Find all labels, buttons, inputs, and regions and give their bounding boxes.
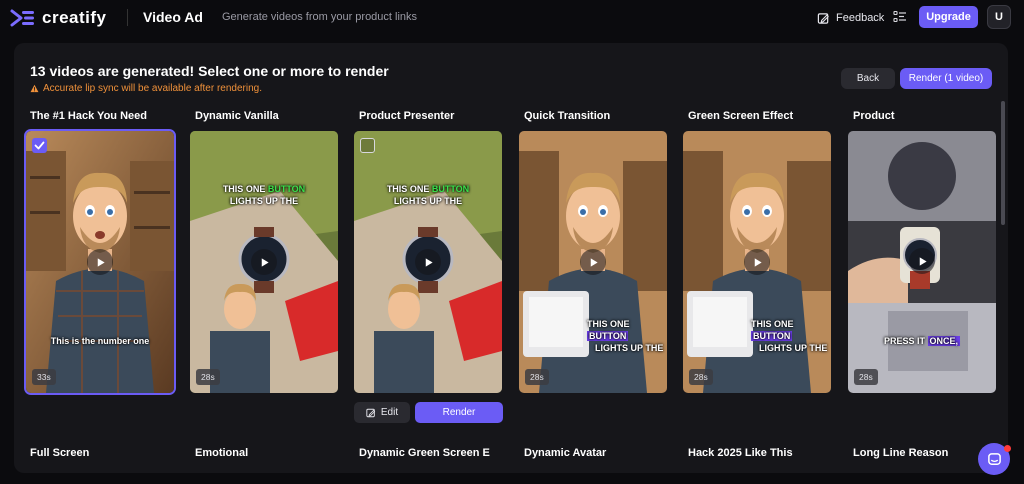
video-card[interactable]: THIS ONE BUTTON LIGHTS UP THE 28s xyxy=(519,131,667,393)
play-button[interactable] xyxy=(580,249,606,275)
play-icon xyxy=(919,256,927,266)
play-icon xyxy=(590,257,598,267)
user-avatar[interactable]: U xyxy=(987,5,1011,29)
caption-highlight: BUTTON xyxy=(751,331,793,341)
brand-name: creatify xyxy=(42,8,107,27)
caption-highlight: BUTTON xyxy=(267,184,306,194)
feedback-icon xyxy=(817,12,829,24)
play-icon xyxy=(261,257,269,267)
card-title: Dynamic Avatar xyxy=(524,447,607,459)
card-title: Emotional xyxy=(195,447,249,459)
warning-icon xyxy=(30,84,39,93)
card-title: Long Line Reason xyxy=(853,447,949,459)
duration-badge: 28s xyxy=(196,369,220,385)
caption-highlight: ONCE, xyxy=(927,336,961,346)
video-caption: THIS ONE BUTTON LIGHTS UP THE xyxy=(190,183,338,207)
caption-text: THIS ONE xyxy=(386,184,432,194)
select-checkbox[interactable] xyxy=(360,138,375,153)
chat-icon xyxy=(987,452,1001,465)
card-title: The #1 Hack You Need xyxy=(30,110,147,122)
header-divider xyxy=(127,9,128,26)
card-title: Quick Transition xyxy=(524,110,611,122)
video-caption: THIS ONE BUTTON LIGHTS UP THE xyxy=(354,183,502,207)
caption-text: PRESS IT xyxy=(883,336,928,346)
play-button[interactable] xyxy=(251,249,277,275)
feedback-label: Feedback xyxy=(836,12,885,24)
play-button[interactable] xyxy=(909,248,935,274)
duration-badge: 28s xyxy=(689,369,713,385)
caption-text: LIGHTS UP THE xyxy=(229,196,299,206)
duration-badge: 28s xyxy=(525,369,549,385)
tasks-list-icon[interactable] xyxy=(893,10,907,24)
play-button[interactable] xyxy=(744,249,770,275)
caption-highlight: BUTTON xyxy=(587,331,629,341)
video-card[interactable]: THIS ONE BUTTON LIGHTS UP THE 28s xyxy=(683,131,831,393)
card-title: Green Screen Effect xyxy=(688,110,794,122)
render-selected-button[interactable]: Render (1 video) xyxy=(900,68,992,89)
feedback-button[interactable]: Feedback xyxy=(817,8,884,28)
edit-icon xyxy=(366,408,376,417)
panel-heading: 13 videos are generated! Select one or m… xyxy=(30,63,389,79)
page-title: Video Ad xyxy=(143,9,203,25)
play-icon xyxy=(754,257,762,267)
duration-badge: 33s xyxy=(32,369,56,385)
card-title: Product Presenter xyxy=(359,110,455,122)
caption-text: LIGHTS UP THE xyxy=(393,196,463,206)
duration-badge: 28s xyxy=(854,369,878,385)
edit-label: Edit xyxy=(380,407,399,418)
video-card[interactable]: THIS ONE BUTTON LIGHTS UP THE 28s xyxy=(190,131,338,393)
edit-button[interactable]: Edit xyxy=(354,402,410,423)
lip-sync-warning: Accurate lip sync will be available afte… xyxy=(30,83,262,94)
card-title: Full Screen xyxy=(30,447,90,459)
caption-text: THIS ONE xyxy=(751,319,794,329)
play-icon xyxy=(425,257,433,267)
caption-text: LIGHTS UP THE xyxy=(595,343,664,353)
notification-dot xyxy=(1004,445,1011,452)
caption-text: THIS ONE xyxy=(222,184,268,194)
page-subtitle: Generate videos from your product links xyxy=(222,11,418,23)
video-card[interactable]: PRESS IT ONCE, 28s xyxy=(848,131,996,393)
generated-videos-panel: 13 videos are generated! Select one or m… xyxy=(14,43,1008,473)
back-button[interactable]: Back xyxy=(841,68,895,89)
play-icon xyxy=(97,257,105,267)
top-bar: creatify Video Ad Generate videos from y… xyxy=(0,0,1024,35)
checkmark-icon xyxy=(34,141,45,150)
video-caption: PRESS IT ONCE, xyxy=(848,335,996,347)
video-card[interactable]: This is the number one 33s xyxy=(24,129,176,395)
play-button[interactable] xyxy=(415,249,441,275)
play-button[interactable] xyxy=(87,249,113,275)
caption-highlight: BUTTON xyxy=(431,184,470,194)
creatify-logo-icon xyxy=(10,9,34,27)
upgrade-button[interactable]: Upgrade xyxy=(919,6,978,28)
caption-text: LIGHTS UP THE xyxy=(759,343,828,353)
select-checkbox[interactable] xyxy=(32,138,47,153)
render-button[interactable]: Render xyxy=(415,402,503,423)
scrollbar-thumb[interactable] xyxy=(1001,101,1005,225)
video-card[interactable]: THIS ONE BUTTON LIGHTS UP THE xyxy=(354,131,502,393)
video-caption: This is the number one xyxy=(50,336,150,346)
caption-text: THIS ONE xyxy=(587,319,630,329)
card-title: Product xyxy=(853,110,895,122)
video-caption: THIS ONE BUTTON LIGHTS UP THE xyxy=(751,318,831,354)
card-title: Dynamic Green Screen E xyxy=(359,447,490,459)
logo[interactable]: creatify xyxy=(10,8,106,28)
warning-text: Accurate lip sync will be available afte… xyxy=(43,83,262,94)
card-title: Hack 2025 Like This xyxy=(688,447,793,459)
card-title: Dynamic Vanilla xyxy=(195,110,279,122)
video-caption: THIS ONE BUTTON LIGHTS UP THE xyxy=(587,318,667,354)
